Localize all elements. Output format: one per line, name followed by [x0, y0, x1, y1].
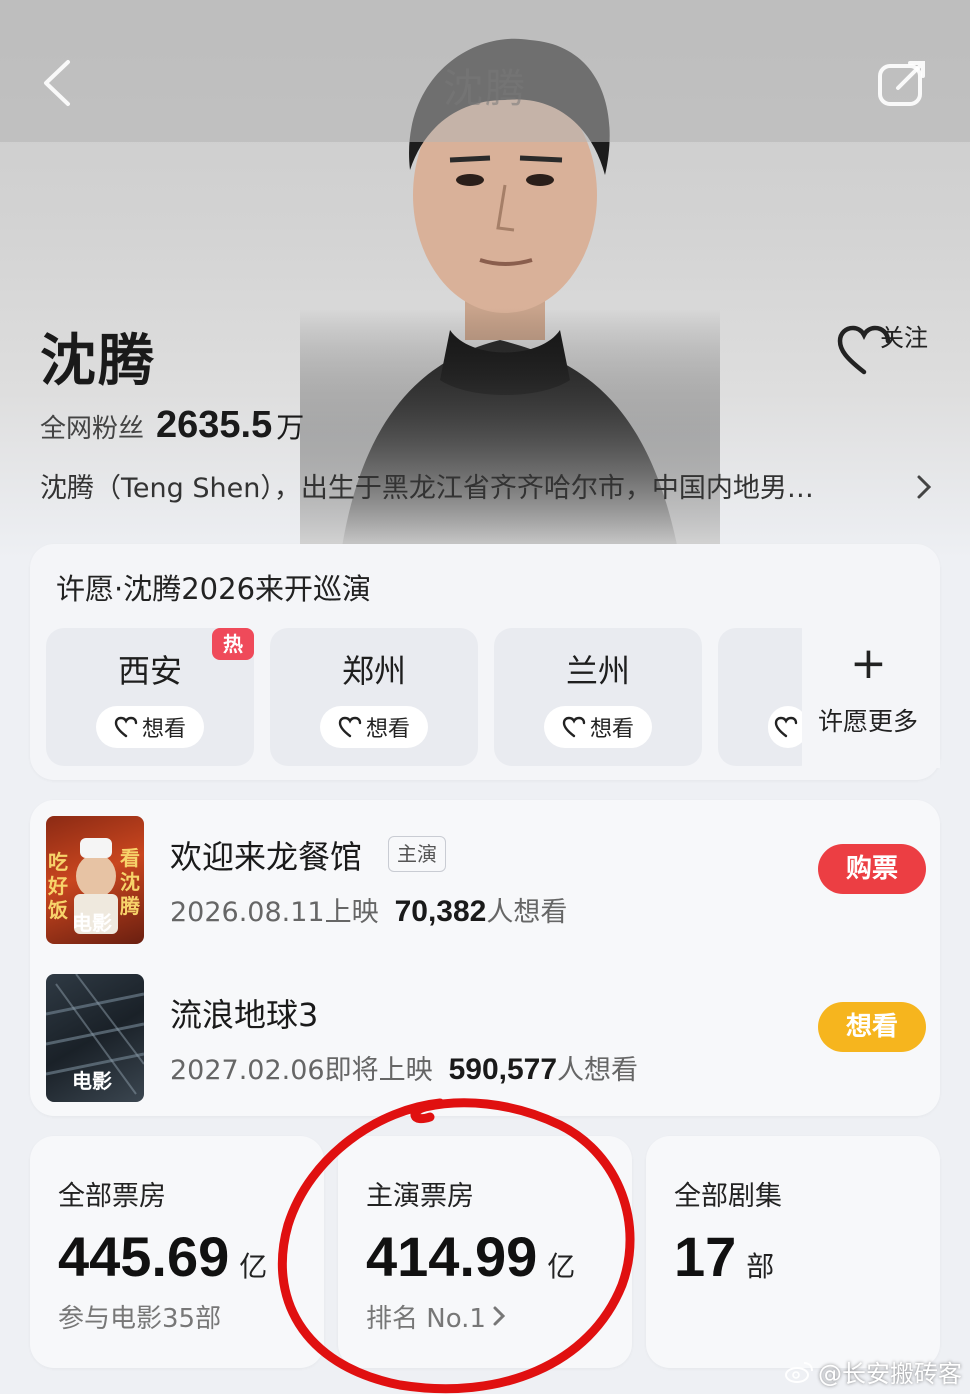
stat-label: 全部票房 — [58, 1181, 166, 1212]
fans-count: 全网粉丝 2635.5 万 — [40, 404, 304, 447]
heart-icon — [562, 716, 586, 738]
want-suffix: 人想看 — [486, 897, 568, 928]
fans-label: 全网粉丝 — [40, 414, 145, 444]
want-label: 想看 — [589, 717, 634, 742]
films-card: 吃好饭 看沈腾 电影 欢迎来龙餐馆 主演 2026.08.11上映 70,382人… — [30, 800, 940, 1116]
watermark: @长安搬砖客 — [784, 1354, 962, 1389]
total-series-card[interactable]: 全部剧集 17 部 — [646, 1136, 940, 1368]
stat-unit: 亿 — [239, 1250, 268, 1283]
weibo-icon — [785, 1361, 813, 1383]
heart-icon — [774, 716, 798, 738]
want-button[interactable]: 想看 — [544, 706, 652, 748]
city-card-zhengzhou[interactable]: 郑州 想看 — [270, 628, 478, 766]
stat-value: 445.69 亿 — [58, 1224, 267, 1289]
city-name: 兰州 — [565, 652, 630, 690]
film-row[interactable]: 电影 流浪地球3 2027.02.06即将上映 590,577人想看 想看 — [30, 974, 940, 1106]
fans-unit: 万 — [276, 411, 305, 444]
film-meta: 2027.02.06即将上映 590,577人想看 — [170, 1048, 638, 1087]
poster-tag: 电影 — [72, 1069, 112, 1093]
stat-number: 17 — [674, 1225, 737, 1288]
heart-icon — [338, 716, 362, 738]
follow-label: 关注 — [880, 324, 928, 352]
want-count: 70,382 — [394, 895, 487, 928]
hot-badge: 热 — [212, 628, 254, 660]
want-label: 想看 — [365, 717, 410, 742]
release-date: 2027.02.06即将上映 — [170, 1055, 433, 1086]
stat-number: 445.69 — [58, 1225, 230, 1288]
stat-sub: 参与电影35部 — [58, 1304, 222, 1334]
buy-ticket-button[interactable]: 购票 — [818, 844, 926, 894]
fans-number: 2635.5 — [156, 404, 273, 446]
watermark-text: @长安搬砖客 — [818, 1360, 962, 1388]
film-title: 流浪地球3 — [170, 996, 319, 1034]
stat-sub[interactable]: 排名 No.1 — [366, 1298, 506, 1335]
stat-value: 414.99 亿 — [366, 1224, 575, 1289]
lead-box-office-card[interactable]: 主演票房 414.99 亿 排名 No.1 — [338, 1136, 632, 1368]
share-icon[interactable] — [876, 58, 930, 108]
role-badge: 主演 — [388, 836, 446, 872]
chevron-right-icon[interactable] — [914, 472, 934, 502]
stat-number: 414.99 — [366, 1225, 538, 1288]
release-date: 2026.08.11上映 — [170, 897, 379, 928]
film-title: 欢迎来龙餐馆 — [170, 838, 363, 876]
want-count: 590,577 — [448, 1053, 558, 1086]
film-row[interactable]: 吃好饭 看沈腾 电影 欢迎来龙餐馆 主演 2026.08.11上映 70,382人… — [30, 816, 940, 948]
stat-unit: 亿 — [547, 1250, 576, 1283]
tour-title: 许愿·沈腾2026来开巡演 — [56, 572, 372, 606]
total-box-office-card[interactable]: 全部票房 445.69 亿 参与电影35部 — [30, 1136, 324, 1368]
tour-wish-card: 许愿·沈腾2026来开巡演 西安 想看 热 郑州 想看 兰州 想看 太 + 许愿… — [30, 544, 940, 780]
film-poster[interactable]: 电影 — [46, 974, 144, 1102]
poster-text-left: 吃好饭 — [48, 850, 68, 922]
chevron-right-icon — [493, 1306, 506, 1326]
film-meta: 2026.08.11上映 70,382人想看 — [170, 890, 567, 929]
want-to-see-button[interactable]: 想看 — [818, 1002, 926, 1052]
want-button[interactable]: 想看 — [96, 706, 204, 748]
poster-text-right: 看沈腾 — [120, 846, 140, 918]
rank-text: 排名 No.1 — [366, 1304, 486, 1334]
city-card-lanzhou[interactable]: 兰州 想看 — [494, 628, 702, 766]
back-arrow-icon[interactable] — [38, 58, 78, 108]
follow-button[interactable]: 关注 — [836, 316, 936, 376]
want-label: 想看 — [141, 717, 186, 742]
want-suffix: 人想看 — [557, 1055, 639, 1086]
plus-icon: + — [850, 638, 887, 689]
bio-text[interactable]: 沈腾（Teng Shen），出生于黑龙江省齐齐哈尔市，中国内地男… — [40, 466, 900, 505]
city-name: 郑州 — [341, 652, 406, 690]
heart-icon — [114, 716, 138, 738]
actor-name: 沈腾 — [40, 329, 156, 394]
stat-value: 17 部 — [674, 1224, 774, 1289]
stat-label: 主演票房 — [366, 1181, 474, 1212]
wish-more-label: 许愿更多 — [818, 707, 919, 736]
film-poster[interactable]: 吃好饭 看沈腾 电影 — [46, 816, 144, 944]
want-button[interactable]: 想看 — [320, 706, 428, 748]
stat-label: 全部剧集 — [674, 1181, 782, 1212]
nav-title: 沈腾 — [443, 66, 527, 112]
stat-unit: 部 — [746, 1250, 775, 1283]
poster-tag: 电影 — [72, 911, 112, 935]
wish-more-button[interactable]: + 许愿更多 — [802, 628, 940, 768]
